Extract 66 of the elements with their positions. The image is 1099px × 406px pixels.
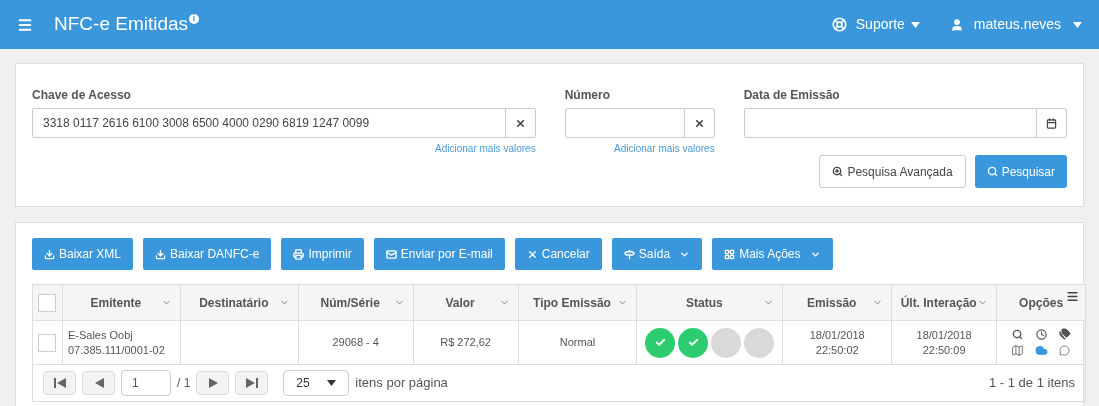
column-header[interactable]: Destinatário xyxy=(188,293,279,312)
close-icon xyxy=(526,248,538,260)
page-size-label: itens por página xyxy=(355,374,448,393)
lifebuoy-icon xyxy=(831,17,847,32)
zoom-icon xyxy=(832,166,844,177)
field-label: Número xyxy=(564,87,611,104)
row-checkbox[interactable] xyxy=(38,333,57,352)
table-cell: 18/01/2018 xyxy=(916,327,972,343)
input-field[interactable] xyxy=(564,108,715,138)
caret-icon xyxy=(910,21,920,28)
column-header[interactable]: Status xyxy=(645,293,764,312)
chat-icon[interactable] xyxy=(1059,345,1071,356)
map-icon[interactable] xyxy=(1010,344,1024,357)
last-page-icon xyxy=(245,378,258,388)
menu-icon[interactable] xyxy=(1066,290,1079,303)
signpost-icon xyxy=(623,248,635,260)
grid-icon xyxy=(724,248,736,260)
field-label: Chave de Acesso xyxy=(32,87,132,104)
column-header[interactable]: Tipo Emissão xyxy=(526,293,618,312)
previous-page-button[interactable] xyxy=(82,371,115,395)
close-icon[interactable] xyxy=(514,117,526,129)
first-page-icon xyxy=(53,378,66,388)
select-all-checkbox[interactable] xyxy=(38,293,57,312)
table-cell: 22:50:09 xyxy=(922,342,966,358)
clock-icon[interactable] xyxy=(1035,328,1047,340)
caret-icon xyxy=(327,380,337,386)
column-header[interactable]: Núm/Série xyxy=(306,293,394,312)
table-cell-text: 29068 - 4 xyxy=(332,335,379,351)
last-page-button[interactable] xyxy=(235,371,269,395)
column-header[interactable]: Valor xyxy=(421,293,499,312)
page-count: / 1 xyxy=(177,375,191,392)
table-cell-text: Normal xyxy=(559,335,596,351)
check-icon xyxy=(654,337,666,348)
calendar-icon[interactable] xyxy=(1046,117,1057,129)
table-cell-text: E-Sales Oobj xyxy=(67,327,134,343)
page-input[interactable]: 1 xyxy=(121,370,171,396)
date-field[interactable] xyxy=(743,108,1067,138)
check-icon xyxy=(687,337,699,348)
info-badge: i xyxy=(189,13,200,24)
search-icon[interactable] xyxy=(1011,328,1023,340)
column-header[interactable]: Últ. Interação xyxy=(900,293,978,312)
advanced-search-button[interactable]: Pesquisa Avançada xyxy=(819,155,966,188)
envelope-icon xyxy=(385,248,397,260)
user-icon xyxy=(949,17,964,32)
table-cell: 18/01/2018 xyxy=(809,327,865,343)
table-cell: 22:50:02 xyxy=(815,342,859,358)
table-cell-text: 07.385.111/0001-02 xyxy=(67,342,166,358)
cloud-icon[interactable] xyxy=(1034,344,1048,357)
page-title: NFC-e Emitidas xyxy=(54,12,189,37)
printer-icon xyxy=(293,248,305,260)
field-label: Data de Emissão xyxy=(743,87,841,104)
first-page-button[interactable] xyxy=(43,371,76,395)
close-icon[interactable] xyxy=(693,117,705,129)
next-page-icon xyxy=(206,378,219,388)
column-header[interactable]: Opções xyxy=(1005,293,1077,312)
pager-summary: 1 - 1 de 1 itens xyxy=(989,374,1075,393)
table-cell-text: R$ 272,62 xyxy=(440,335,491,351)
caret-icon xyxy=(1073,21,1082,28)
download-icon xyxy=(44,248,55,260)
download-icon xyxy=(155,248,167,260)
tags-icon[interactable] xyxy=(1059,328,1071,340)
search-icon xyxy=(986,166,998,177)
column-header[interactable]: Emissão xyxy=(791,293,873,312)
next-page-button[interactable] xyxy=(196,371,230,395)
column-header[interactable]: Emitente xyxy=(70,293,161,312)
page-size-select[interactable]: 25 xyxy=(283,370,350,396)
